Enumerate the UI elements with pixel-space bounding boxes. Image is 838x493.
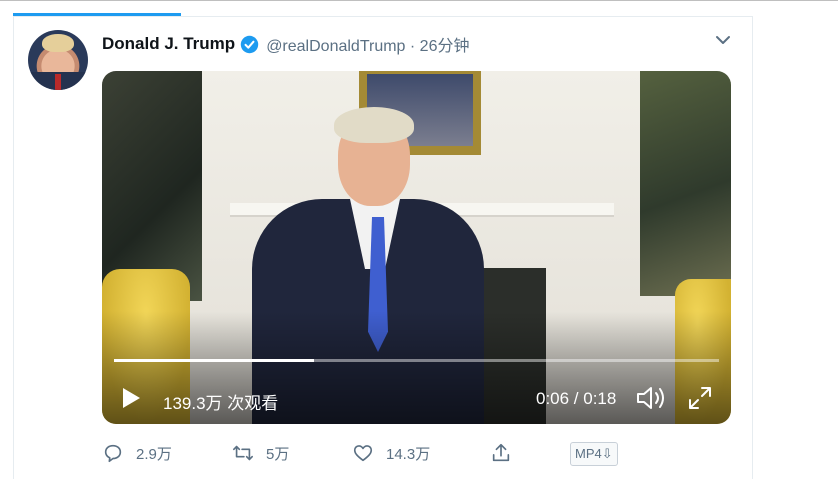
avatar[interactable]: [28, 30, 88, 90]
chevron-down-icon[interactable]: [714, 33, 732, 47]
handle-and-time[interactable]: @realDonaldTrump · 26分钟: [266, 32, 469, 56]
reply-button[interactable]: 2.9万: [102, 440, 172, 466]
video-progress-fill: [114, 359, 314, 362]
avatar-hair: [42, 34, 74, 52]
like-count: 14.3万: [386, 445, 431, 463]
like-button[interactable]: 14.3万: [352, 440, 430, 466]
tweet-actions: 2.9万 5万 14.3万: [102, 440, 642, 466]
retweet-button[interactable]: 5万: [232, 440, 289, 466]
volume-icon[interactable]: [635, 384, 667, 412]
share-button[interactable]: [490, 440, 512, 466]
author-name[interactable]: Donald J. Trump: [102, 34, 235, 54]
video-person-hair: [334, 107, 414, 143]
fullscreen-icon[interactable]: [687, 385, 713, 411]
avatar-tie: [55, 74, 61, 90]
share-icon: [492, 443, 510, 462]
reply-count: 2.9万: [136, 445, 172, 463]
video-painting-left: [102, 71, 202, 301]
retweet-count: 5万: [266, 445, 290, 463]
reply-icon: [104, 444, 122, 463]
like-icon: [353, 445, 373, 462]
top-rule: [0, 0, 838, 1]
video-time: 0:06 / 0:18: [536, 389, 617, 408]
play-icon[interactable]: [120, 386, 142, 410]
tweet-header: Donald J. Trump @realDonaldTrump · 26分钟: [102, 33, 469, 55]
video-player[interactable]: 139.3万 次观看 0:06 / 0:18: [102, 71, 731, 424]
video-progress-bar[interactable]: [114, 359, 719, 362]
mp4-download-button[interactable]: MP4⇩: [570, 442, 618, 466]
verified-badge-icon: [240, 35, 259, 53]
video-painting-right: [640, 71, 731, 296]
view-count: 139.3万 次观看: [163, 394, 279, 413]
retweet-icon: [233, 445, 253, 461]
